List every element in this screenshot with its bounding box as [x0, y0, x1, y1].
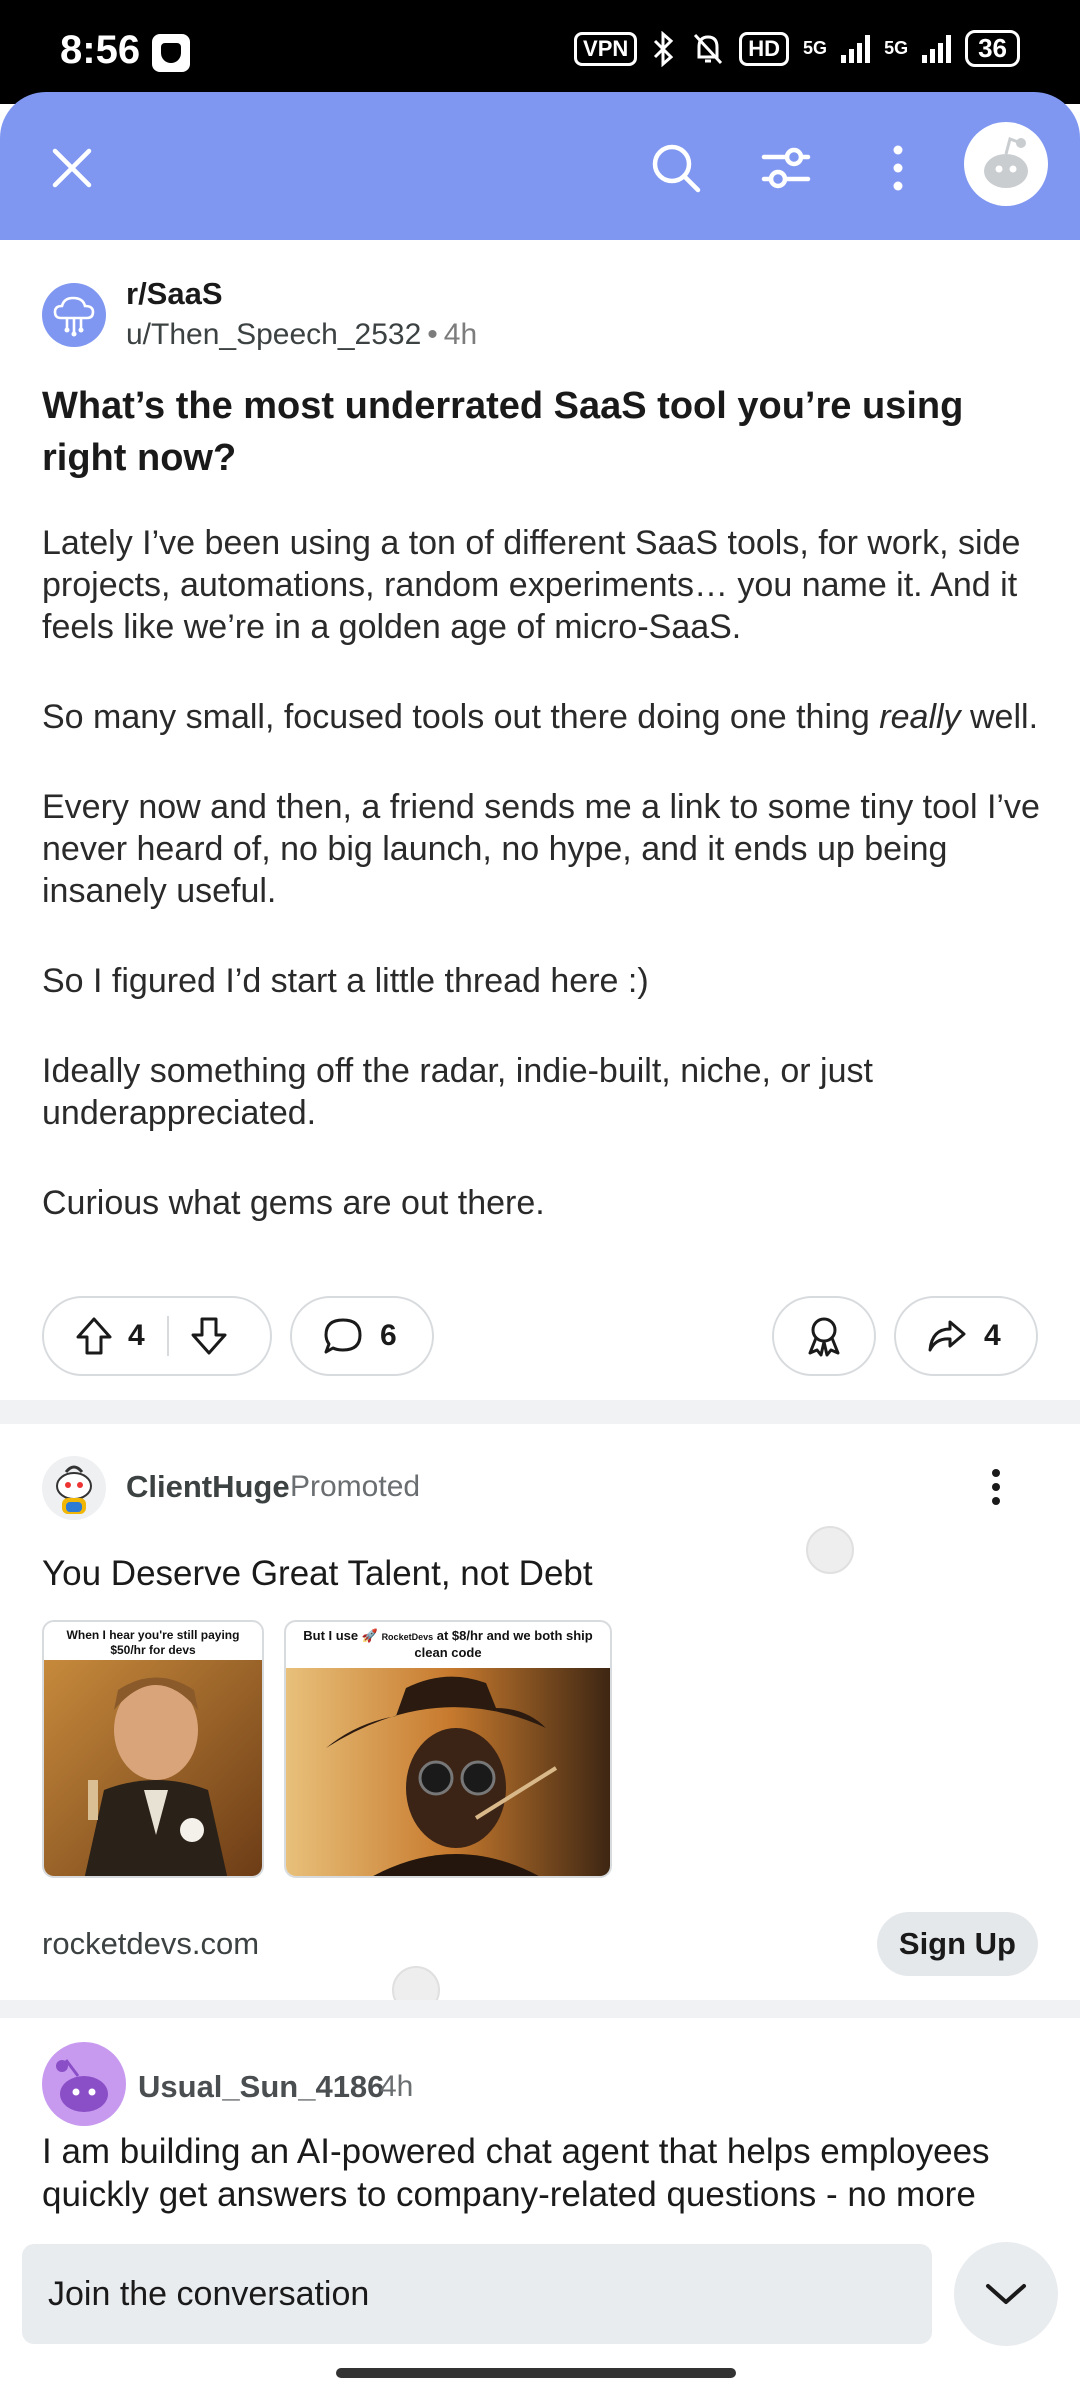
section-divider: [0, 2000, 1080, 2018]
post-body: Lately I’ve been using a ton of differen…: [42, 522, 1042, 1272]
comment-author[interactable]: Usual_Sun_4186: [138, 2069, 384, 2105]
comment-age: 4h: [380, 2070, 414, 2103]
more-options-button[interactable]: [866, 136, 930, 200]
chevron-down-icon: [986, 2284, 1026, 2304]
sign-up-button[interactable]: Sign Up: [876, 1912, 1038, 1976]
search-icon: [652, 144, 701, 193]
post-toolbar: [0, 92, 1080, 240]
snoo-mascot-icon: [56, 1465, 92, 1514]
paragraph-text: well.: [960, 698, 1039, 736]
post-paragraph: Lately I’ve been using a ton of differen…: [42, 524, 1021, 646]
status-icons: VPN HD 5G 5G 36: [574, 30, 1020, 67]
post-paragraph: Every now and then, a friend sends me a …: [42, 788, 1040, 910]
ad-domain[interactable]: rocketdevs.com: [42, 1926, 259, 1962]
award-button[interactable]: [772, 1296, 876, 1376]
close-icon: [52, 148, 92, 188]
share-button[interactable]: 4: [894, 1296, 1038, 1376]
subreddit-name[interactable]: r/SaaS: [126, 276, 223, 312]
subreddit-icon[interactable]: [42, 283, 106, 347]
post-paragraph: Ideally something off the radar, indie-b…: [42, 1052, 873, 1132]
promoted-label: Promoted: [290, 1470, 421, 1503]
network-5g-2: 5G: [884, 38, 909, 58]
more-vert-icon: [992, 1469, 1000, 1505]
network-5g-1: 5G: [803, 38, 828, 58]
vote-divider: [166, 1316, 169, 1356]
ad-headline[interactable]: You Deserve Great Talent, not Debt: [42, 1554, 593, 1594]
close-button[interactable]: [40, 136, 104, 200]
meme-image: [44, 1660, 262, 1876]
join-conversation-input[interactable]: Join the conversation: [22, 2244, 932, 2344]
user-avatar-button[interactable]: [964, 122, 1048, 206]
ad-image-caption: But I use 🚀 RocketDevs at $8/hr and we b…: [303, 1628, 593, 1660]
post-author[interactable]: u/Then_Speech_2532: [126, 318, 421, 351]
sort-filter-button[interactable]: [754, 136, 818, 200]
downvote-icon: [191, 1317, 227, 1355]
post-title: What’s the most underrated SaaS tool you…: [42, 385, 964, 479]
upvote-button[interactable]: [74, 1315, 114, 1357]
search-button[interactable]: [644, 136, 708, 200]
snoo-avatar-icon: [56, 2059, 108, 2112]
bluetooth-icon: [654, 30, 674, 67]
post-meta: u/Then_Speech_2532 • 4h: [126, 318, 477, 352]
share-count: 4: [984, 1319, 1001, 1352]
post-paragraph: So many small, focused tools out there d…: [42, 696, 1042, 738]
more-vert-icon: [893, 145, 903, 191]
ad-more-options-button[interactable]: [976, 1462, 1016, 1512]
advertiser-avatar[interactable]: [42, 1456, 106, 1520]
home-indicator[interactable]: [336, 2368, 736, 2378]
hd-badge: HD: [739, 31, 790, 66]
paragraph-text: So many small, focused tools out there d…: [42, 698, 880, 736]
status-time: 8:56: [60, 28, 141, 72]
comments-button[interactable]: 6: [290, 1296, 434, 1376]
cloud-network-icon: [53, 296, 95, 337]
ad-image-caption: When I hear you're still paying $50/hr f…: [66, 1628, 240, 1657]
app-notification-icon: [152, 34, 190, 72]
vpn-badge: VPN: [574, 31, 638, 66]
share-icon: [928, 1320, 966, 1352]
vote-control: 4: [42, 1296, 272, 1376]
commenter-avatar[interactable]: [42, 2042, 126, 2126]
post-paragraph: Curious what gems are out there.: [42, 1184, 545, 1222]
collapse-button[interactable]: [954, 2242, 1058, 2346]
filter-icon: [761, 147, 811, 189]
touch-indicator: [806, 1526, 854, 1574]
comment-icon: [324, 1318, 362, 1354]
caption-text: But I use: [303, 1628, 359, 1643]
emphasis-text: really: [879, 698, 961, 736]
post-action-bar: 4 6 4: [0, 1296, 1080, 1380]
section-divider: [0, 1400, 1080, 1424]
advertiser-name[interactable]: ClientHuge: [126, 1469, 290, 1505]
meta-separator: •: [427, 318, 438, 351]
vote-count: 4: [128, 1319, 145, 1352]
snoo-avatar-icon: [984, 137, 1028, 188]
comment-count: 6: [380, 1319, 397, 1352]
downvote-button[interactable]: [189, 1315, 229, 1357]
caption-text: at $8/hr and we both ship clean code: [414, 1628, 593, 1660]
signal-icon-2: [922, 34, 952, 63]
post-age: 4h: [443, 318, 478, 351]
bell-off-icon: [694, 33, 723, 64]
award-icon: [808, 1317, 840, 1357]
signal-icon-1: [841, 34, 871, 63]
upvote-icon: [76, 1317, 112, 1355]
status-bar: 8:56 VPN HD 5G 5G 36: [0, 0, 1080, 104]
battery-indicator: 36: [965, 30, 1020, 67]
meme-image: [286, 1668, 610, 1876]
ad-image-1[interactable]: When I hear you're still paying $50/hr f…: [42, 1620, 264, 1878]
ad-image-2[interactable]: But I use 🚀 RocketDevs at $8/hr and we b…: [284, 1620, 612, 1878]
caption-brand: RocketDevs: [381, 1632, 434, 1642]
post-paragraph: So I figured I’d start a little thread h…: [42, 962, 649, 1000]
